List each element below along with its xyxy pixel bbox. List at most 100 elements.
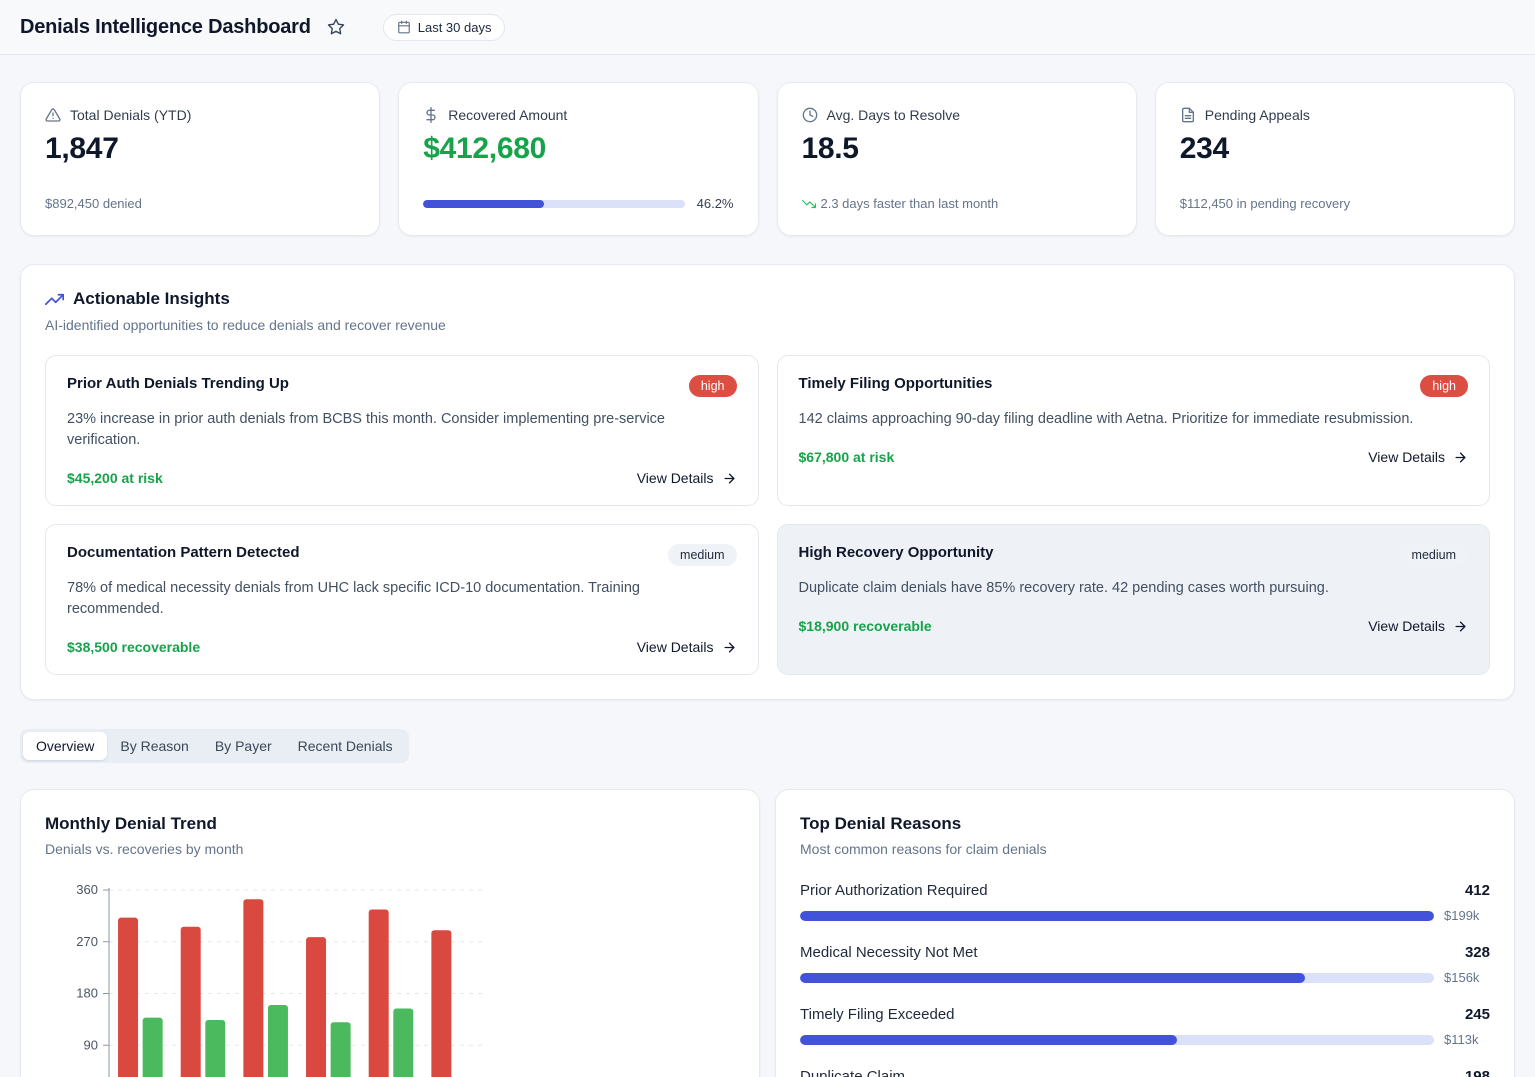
reason-progress-bar: [800, 911, 1434, 921]
view-details-button[interactable]: View Details: [1368, 449, 1468, 465]
tab-overview[interactable]: Overview: [23, 732, 107, 760]
bar-denials-4: [369, 910, 389, 1077]
monthly-trend-chart: 90180270360: [45, 869, 505, 1077]
reason-amount: $113k: [1444, 1032, 1490, 1047]
view-details-button[interactable]: View Details: [1368, 618, 1468, 634]
insight-amount: $45,200 at risk: [67, 470, 163, 486]
svg-text:180: 180: [76, 986, 98, 1001]
progress-fill: [423, 200, 544, 208]
reason-row-medical-necessity: Medical Necessity Not Met 328 $156k: [800, 944, 1490, 985]
top-denial-reasons-card: Top Denial Reasons Most common reasons f…: [775, 789, 1515, 1077]
reason-count: 328: [1465, 944, 1490, 961]
insight-amount: $18,900 recoverable: [799, 618, 932, 634]
insight-title: High Recovery Opportunity: [799, 544, 994, 561]
insights-title: Actionable Insights: [73, 289, 230, 309]
kpi-label: Total Denials (YTD): [70, 107, 191, 123]
insight-card-documentation-pattern[interactable]: Documentation Pattern Detected medium 78…: [45, 524, 759, 675]
kpi-value: 18.5: [802, 132, 1112, 166]
view-details-button[interactable]: View Details: [637, 470, 737, 486]
arrow-right-icon: [1453, 450, 1468, 465]
insight-card-high-recovery[interactable]: High Recovery Opportunity medium Duplica…: [777, 524, 1491, 675]
tab-bar: Overview By Reason By Payer Recent Denia…: [20, 729, 409, 763]
reason-amount: $156k: [1444, 970, 1490, 985]
insight-description: 23% increase in prior auth denials from …: [67, 409, 707, 451]
bar-recoveries-3: [331, 1022, 351, 1077]
bar-recoveries-0: [143, 1018, 163, 1077]
bar-denials-1: [181, 927, 201, 1077]
tab-recent-denials[interactable]: Recent Denials: [285, 732, 406, 760]
calendar-icon: [397, 20, 411, 34]
insight-title: Documentation Pattern Detected: [67, 544, 300, 561]
insight-description: 78% of medical necessity denials from UH…: [67, 578, 707, 620]
favorite-button[interactable]: [325, 16, 347, 38]
insights-subtitle: AI-identified opportunities to reduce de…: [45, 317, 1490, 333]
insight-title: Timely Filing Opportunities: [799, 375, 993, 392]
chart-title: Monthly Denial Trend: [45, 814, 735, 834]
kpi-value: $412,680: [423, 132, 733, 166]
kpi-footer: 2.3 days faster than last month: [821, 196, 999, 211]
dollar-icon: [423, 107, 439, 123]
kpi-footer: $112,450 in pending recovery: [1180, 196, 1490, 211]
bar-denials-3: [306, 937, 326, 1077]
date-range-label: Last 30 days: [418, 20, 492, 35]
date-range-filter[interactable]: Last 30 days: [383, 14, 506, 41]
monthly-denial-trend-card: Monthly Denial Trend Denials vs. recover…: [20, 789, 760, 1077]
reasons-subtitle: Most common reasons for claim denials: [800, 841, 1490, 857]
severity-badge: high: [689, 375, 737, 397]
severity-badge: medium: [1400, 544, 1468, 566]
kpi-footer: $892,450 denied: [45, 196, 355, 211]
kpi-card-total-denials: Total Denials (YTD) 1,847 $892,450 denie…: [20, 82, 380, 236]
svg-text:90: 90: [84, 1037, 98, 1052]
insight-card-timely-filing[interactable]: Timely Filing Opportunities high 142 cla…: [777, 355, 1491, 506]
tab-by-reason[interactable]: By Reason: [107, 732, 201, 760]
view-details-button[interactable]: View Details: [637, 639, 737, 655]
bar-recoveries-2: [268, 1005, 288, 1077]
kpi-value: 1,847: [45, 132, 355, 166]
reason-label: Medical Necessity Not Met: [800, 944, 978, 961]
arrow-right-icon: [722, 640, 737, 655]
reason-label: Duplicate Claim: [800, 1068, 905, 1077]
kpi-row: Total Denials (YTD) 1,847 $892,450 denie…: [20, 82, 1515, 236]
trending-up-icon: [45, 290, 64, 309]
reason-progress-bar: [800, 1035, 1434, 1045]
kpi-label: Pending Appeals: [1205, 107, 1310, 123]
tab-by-payer[interactable]: By Payer: [202, 732, 285, 760]
alert-triangle-icon: [45, 107, 61, 123]
kpi-card-pending-appeals: Pending Appeals 234 $112,450 in pending …: [1155, 82, 1515, 236]
severity-badge: high: [1420, 375, 1468, 397]
bar-denials-0: [118, 918, 138, 1077]
insight-amount: $67,800 at risk: [799, 449, 895, 465]
actionable-insights-section: Actionable Insights AI-identified opport…: [20, 264, 1515, 700]
insight-amount: $38,500 recoverable: [67, 639, 200, 655]
reason-progress-bar: [800, 973, 1434, 983]
file-text-icon: [1180, 107, 1196, 123]
page-title: Denials Intelligence Dashboard: [20, 16, 311, 39]
reason-count: 412: [1465, 882, 1490, 899]
reason-count: 245: [1465, 1006, 1490, 1023]
reason-amount: $199k: [1444, 908, 1490, 923]
severity-badge: medium: [668, 544, 736, 566]
trending-down-icon: [802, 197, 816, 211]
chart-subtitle: Denials vs. recoveries by month: [45, 841, 735, 857]
reason-row-duplicate-claim: Duplicate Claim 198: [800, 1068, 1490, 1077]
arrow-right-icon: [722, 471, 737, 486]
kpi-label: Recovered Amount: [448, 107, 567, 123]
kpi-card-avg-days-to-resolve: Avg. Days to Resolve 18.5 2.3 days faste…: [777, 82, 1137, 236]
insight-card-prior-auth[interactable]: Prior Auth Denials Trending Up high 23% …: [45, 355, 759, 506]
reason-row-prior-authorization: Prior Authorization Required 412 $199k: [800, 882, 1490, 923]
star-icon: [327, 18, 345, 36]
insight-title: Prior Auth Denials Trending Up: [67, 375, 289, 392]
progress-percentage: 46.2%: [697, 196, 734, 211]
reason-count: 198: [1465, 1068, 1490, 1077]
clock-icon: [802, 107, 818, 123]
insight-description: 142 claims approaching 90-day filing dea…: [799, 409, 1439, 430]
bar-denials-2: [243, 899, 263, 1077]
kpi-label: Avg. Days to Resolve: [827, 107, 961, 123]
reasons-title: Top Denial Reasons: [800, 814, 1490, 834]
denial-reasons-list: Prior Authorization Required 412 $199k M…: [800, 882, 1490, 1077]
reason-label: Prior Authorization Required: [800, 882, 988, 899]
bar-denials-5: [431, 930, 451, 1077]
reason-row-timely-filing: Timely Filing Exceeded 245 $113k: [800, 1006, 1490, 1047]
arrow-right-icon: [1453, 619, 1468, 634]
kpi-value: 234: [1180, 132, 1490, 166]
